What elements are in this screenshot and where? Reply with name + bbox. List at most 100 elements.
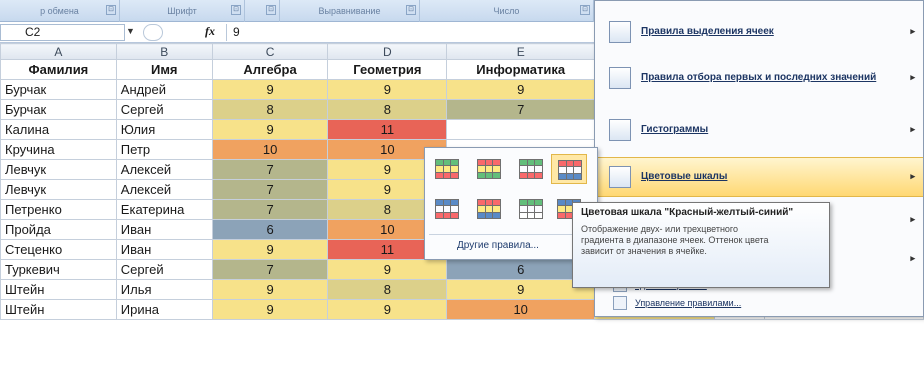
cell[interactable]: Андрей bbox=[115, 79, 213, 100]
cell[interactable]: Петр bbox=[115, 139, 213, 160]
dialog-launcher-icon[interactable]: ⊡ bbox=[266, 5, 276, 15]
data-bars-icon bbox=[609, 119, 631, 141]
menu-item-highlight-rules[interactable]: Правила выделения ячеек ▸ bbox=[595, 13, 923, 51]
cell[interactable]: Кручина bbox=[0, 139, 117, 160]
color-scale-option[interactable] bbox=[471, 154, 507, 184]
cell[interactable]: Левчук bbox=[0, 179, 117, 200]
color-scale-option[interactable] bbox=[551, 154, 587, 184]
chevron-right-icon: ▸ bbox=[910, 171, 915, 181]
more-rules-link[interactable]: Другие правила... bbox=[457, 240, 539, 251]
cell[interactable]: 11 bbox=[327, 119, 448, 140]
cell[interactable]: Стеценко bbox=[0, 239, 117, 260]
cell[interactable]: 9 bbox=[327, 299, 448, 320]
dialog-launcher-icon[interactable]: ⊡ bbox=[106, 5, 116, 15]
cell[interactable]: 7 bbox=[211, 259, 329, 280]
cell[interactable]: Петренко bbox=[0, 199, 117, 220]
column-header-c[interactable]: C bbox=[211, 43, 329, 60]
chevron-right-icon: ▸ bbox=[910, 214, 915, 224]
dialog-launcher-icon[interactable]: ⊡ bbox=[580, 5, 590, 15]
color-scale-option[interactable] bbox=[429, 194, 465, 224]
color-scale-swatch-icon bbox=[519, 159, 543, 179]
cell[interactable]: Туркевич bbox=[0, 259, 117, 280]
cell[interactable]: 9 bbox=[211, 119, 329, 140]
cell[interactable]: 9 bbox=[327, 259, 448, 280]
ribbon-group-label: Выравнивание bbox=[318, 6, 381, 16]
column-header-d[interactable]: D bbox=[327, 43, 448, 60]
ribbon-group-alignment: Выравнивание ⊡ bbox=[280, 0, 420, 22]
cell[interactable]: 9 bbox=[211, 299, 329, 320]
cell[interactable]: Калина bbox=[0, 119, 117, 140]
cell[interactable]: 9 bbox=[446, 79, 596, 100]
cell[interactable] bbox=[446, 119, 596, 140]
menu-item-color-scales[interactable]: Цветовые шкалы ▸ bbox=[595, 157, 923, 197]
menu-item-label: Правила отбора первых и последних значен… bbox=[641, 72, 877, 83]
cell[interactable]: 9 bbox=[211, 239, 329, 260]
cell[interactable]: 8 bbox=[327, 279, 448, 300]
ribbon-group-blank: ⊡ bbox=[245, 0, 280, 22]
color-scale-option[interactable] bbox=[513, 194, 549, 224]
name-box[interactable]: C2 bbox=[0, 24, 125, 41]
cell[interactable]: 9 bbox=[327, 79, 448, 100]
cell[interactable]: Бурчак bbox=[0, 99, 117, 120]
cell[interactable]: 6 bbox=[211, 219, 329, 240]
chevron-down-icon[interactable]: ▼ bbox=[126, 26, 135, 36]
dialog-launcher-icon[interactable]: ⊡ bbox=[406, 5, 416, 15]
chevron-right-icon: ▸ bbox=[910, 253, 915, 263]
cell[interactable]: Сергей bbox=[115, 259, 213, 280]
cell[interactable]: Алексей bbox=[115, 159, 213, 180]
chevron-right-icon: ▸ bbox=[910, 26, 915, 36]
color-scale-option[interactable] bbox=[471, 194, 507, 224]
cell[interactable]: 7 bbox=[211, 179, 329, 200]
cell[interactable]: 7 bbox=[211, 199, 329, 220]
cell-header[interactable]: Геометрия bbox=[327, 59, 448, 80]
cell[interactable]: 9 bbox=[211, 279, 329, 300]
column-header-a[interactable]: A bbox=[0, 43, 117, 60]
ribbon-group-clipboard: р обмена ⊡ bbox=[0, 0, 120, 22]
cell[interactable]: Юлия bbox=[115, 119, 213, 140]
color-scale-option[interactable] bbox=[513, 154, 549, 184]
cell[interactable]: Штейн bbox=[0, 279, 117, 300]
menu-item-label: Цветовые шкалы bbox=[641, 171, 728, 182]
ribbon-group-label: Шрифт bbox=[167, 6, 197, 16]
cell[interactable]: Штейн bbox=[0, 299, 117, 320]
menu-item-manage-rules[interactable]: Управление правилами... bbox=[595, 295, 923, 311]
tooltip: Цветовая шкала "Красный-желтый-синий" От… bbox=[572, 202, 830, 288]
color-scale-swatch-icon bbox=[435, 159, 459, 179]
cell[interactable]: Екатерина bbox=[115, 199, 213, 220]
cell[interactable]: Бурчак bbox=[0, 79, 117, 100]
menu-item-top-bottom-rules[interactable]: Правила отбора первых и последних значен… bbox=[595, 59, 923, 97]
cell-header[interactable]: Информатика bbox=[446, 59, 596, 80]
color-scale-swatch-icon bbox=[435, 199, 459, 219]
cancel-enter-icon[interactable] bbox=[143, 24, 163, 41]
dialog-launcher-icon[interactable]: ⊡ bbox=[231, 5, 241, 15]
menu-item-data-bars[interactable]: Гистограммы ▸ bbox=[595, 111, 923, 149]
color-scale-swatch-icon bbox=[477, 199, 501, 219]
cell[interactable]: 9 bbox=[211, 79, 329, 100]
insert-function-icon[interactable]: fx bbox=[205, 24, 215, 39]
color-scales-icon bbox=[609, 166, 631, 188]
cell[interactable]: Сергей bbox=[115, 99, 213, 120]
cell[interactable]: Пройда bbox=[0, 219, 117, 240]
chevron-right-icon: ▸ bbox=[910, 72, 915, 82]
column-header-e[interactable]: E bbox=[446, 43, 596, 60]
cell[interactable]: Иван bbox=[115, 219, 213, 240]
chevron-right-icon: ▸ bbox=[910, 124, 915, 134]
ribbon-group-number: Число ⊡ bbox=[420, 0, 594, 22]
cell[interactable]: 10 bbox=[446, 299, 596, 320]
color-scale-option[interactable] bbox=[429, 154, 465, 184]
formula-input[interactable]: 9 bbox=[226, 24, 586, 41]
cell[interactable]: 7 bbox=[446, 99, 596, 120]
cell[interactable]: 10 bbox=[211, 139, 329, 160]
cell[interactable]: 8 bbox=[211, 99, 329, 120]
cell[interactable]: Ирина bbox=[115, 299, 213, 320]
cell[interactable]: Иван bbox=[115, 239, 213, 260]
column-header-b[interactable]: B bbox=[115, 43, 213, 60]
cell-header[interactable]: Имя bbox=[115, 59, 213, 80]
cell[interactable]: 7 bbox=[211, 159, 329, 180]
cell-header[interactable]: Фамилия bbox=[0, 59, 117, 80]
cell[interactable]: Левчук bbox=[0, 159, 117, 180]
cell[interactable]: 8 bbox=[327, 99, 448, 120]
cell[interactable]: Алексей bbox=[115, 179, 213, 200]
cell-header[interactable]: Алгебра bbox=[211, 59, 329, 80]
cell[interactable]: Илья bbox=[115, 279, 213, 300]
